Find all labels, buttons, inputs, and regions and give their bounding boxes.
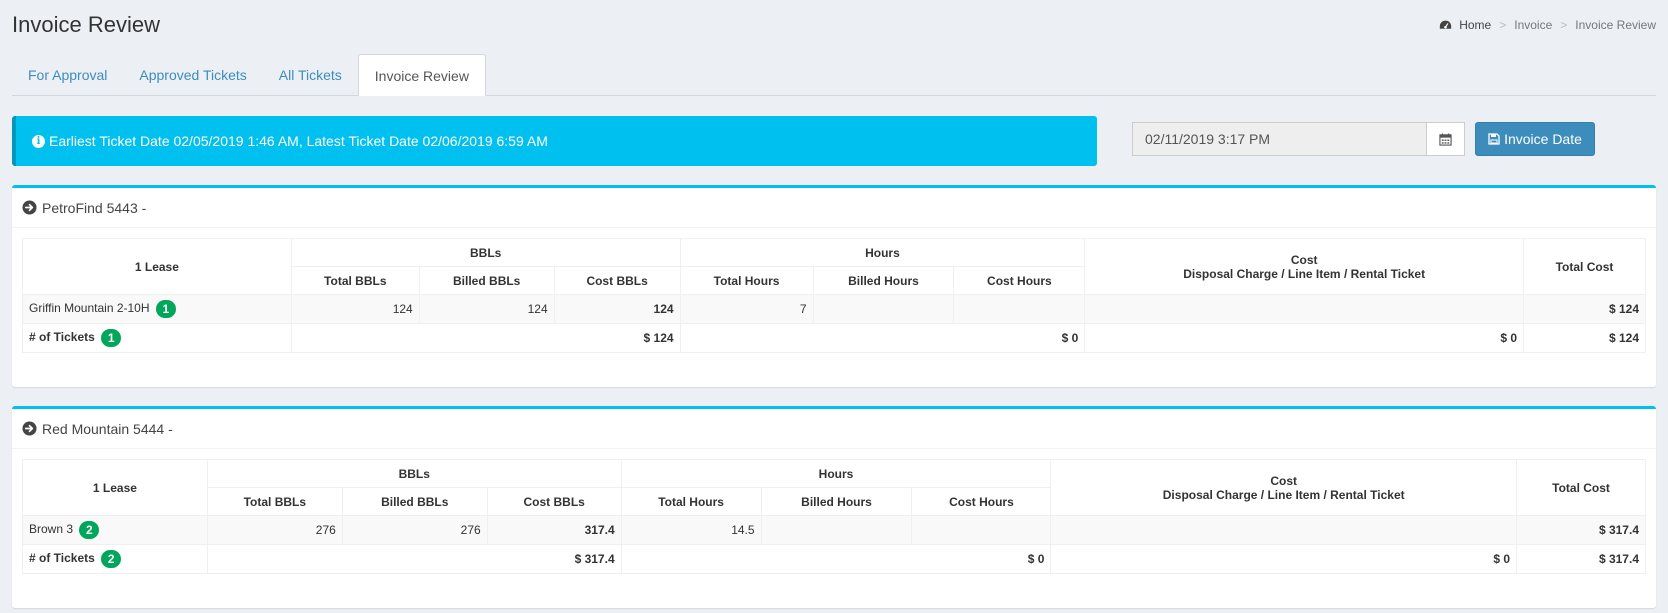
bbls-total-cell: $ 317.4 xyxy=(206,544,622,574)
totals-row: # of Tickets 1 $ 124 $ 0 $ 0 $ 124 xyxy=(22,323,1646,353)
table-row: Griffin Mountain 2-10H 1 124 124 124 7 $… xyxy=(22,294,1646,324)
invoice-date-button-label: Invoice Date xyxy=(1504,131,1582,147)
total-hours-cell: 14.5 xyxy=(620,515,762,545)
breadcrumb-separator: > xyxy=(1499,18,1507,32)
total-cost-header: Total Cost xyxy=(1516,459,1646,516)
tab-for-approval[interactable]: For Approval xyxy=(12,54,123,96)
hours-header: Hours xyxy=(679,238,1086,267)
cost-bbls-header: Cost BBLs xyxy=(553,266,681,295)
invoice-table: 1 Lease BBLs Hours Cost Disposal Charge /… xyxy=(22,238,1646,353)
lease-name-cell[interactable]: Brown 3 2 xyxy=(22,515,208,545)
hours-header: Hours xyxy=(620,459,1052,488)
total-cost-header: Total Cost xyxy=(1523,238,1646,295)
total-hours-header: Total Hours xyxy=(620,487,762,516)
page-header: Invoice Review xyxy=(12,12,160,42)
billed-bbls-header: Billed BBLs xyxy=(418,266,555,295)
breadcrumb: Home > Invoice > Invoice Review xyxy=(1439,18,1656,32)
ticket-count-badge: 1 xyxy=(155,300,176,318)
breadcrumb-invoice-link[interactable]: Invoice xyxy=(1514,18,1552,32)
customer-panel-red-mountain: Red Mountain 5444 - 1 Lease BBLs Hours C… xyxy=(12,406,1656,608)
calendar-icon xyxy=(1439,132,1452,146)
dashboard-icon xyxy=(1440,20,1452,29)
breadcrumb-current: Invoice Review xyxy=(1575,18,1656,32)
invoice-date-button[interactable]: Invoice Date xyxy=(1475,122,1595,156)
billed-bbls-header: Billed BBLs xyxy=(341,487,488,516)
bbls-total-cell: $ 124 xyxy=(290,323,681,353)
calendar-button[interactable] xyxy=(1427,122,1465,156)
tickets-label-cell: # of Tickets 1 xyxy=(22,323,292,353)
cost-header: Cost Disposal Charge / Line Item / Rental… xyxy=(1050,459,1518,516)
panel-title: PetroFind 5443 - xyxy=(42,199,147,216)
total-hours-header: Total Hours xyxy=(679,266,814,295)
ticket-count-badge: 2 xyxy=(79,521,100,539)
tab-invoice-review[interactable]: Invoice Review xyxy=(357,54,486,96)
billed-hours-cell xyxy=(812,294,955,324)
totals-row: # of Tickets 2 $ 317.4 $ 0 $ 0 $ 317.4 xyxy=(22,544,1646,574)
lease-name-cell[interactable]: Griffin Mountain 2-10H 1 xyxy=(22,294,292,324)
cost-total-cell: $ 0 xyxy=(1050,544,1518,574)
hours-total-cell: $ 0 xyxy=(620,544,1052,574)
page-title: Invoice Review xyxy=(12,12,160,37)
customer-panel-petrofind: PetroFind 5443 - 1 Lease BBLs Hours Cost… xyxy=(12,185,1656,387)
grand-total-cell: $ 317.4 xyxy=(1516,544,1646,574)
cost-total-cell: $ 0 xyxy=(1084,323,1524,353)
total-cost-cell: $ 317.4 xyxy=(1516,515,1646,545)
total-hours-cell: 7 xyxy=(679,294,814,324)
info-icon: i xyxy=(32,134,45,148)
cost-bbls-header: Cost BBLs xyxy=(486,487,622,516)
total-bbls-header: Total BBLs xyxy=(206,487,343,516)
alert-text: Earliest Ticket Date 02/05/2019 1:46 AM,… xyxy=(49,133,548,149)
billed-hours-header: Billed Hours xyxy=(760,487,913,516)
grand-total-cell: $ 124 xyxy=(1523,323,1646,353)
breadcrumb-home-link[interactable]: Home xyxy=(1459,18,1491,32)
total-bbls-cell: 276 xyxy=(206,515,343,545)
billed-bbls-cell: 276 xyxy=(341,515,488,545)
ticket-count-badge: 1 xyxy=(101,329,122,347)
billed-hours-header: Billed Hours xyxy=(812,266,955,295)
cost-bbls-cell: 124 xyxy=(553,294,681,324)
cost-cell xyxy=(1084,294,1524,324)
cost-hours-cell xyxy=(911,515,1052,545)
panel-heading: Red Mountain 5444 - xyxy=(12,409,1656,449)
total-bbls-header: Total BBLs xyxy=(290,266,420,295)
cost-cell xyxy=(1050,515,1518,545)
lease-count-header: 1 Lease xyxy=(22,459,208,516)
hours-total-cell: $ 0 xyxy=(679,323,1086,353)
total-bbls-cell: 124 xyxy=(290,294,420,324)
ticket-count-badge: 2 xyxy=(101,550,122,568)
save-icon xyxy=(1488,133,1500,145)
lease-count-header: 1 Lease xyxy=(22,238,292,295)
invoice-date-group xyxy=(1132,122,1465,156)
tab-all-tickets[interactable]: All Tickets xyxy=(263,54,358,96)
cost-bbls-cell: 317.4 xyxy=(486,515,622,545)
arrow-circle-right-icon xyxy=(22,200,37,215)
panel-title: Red Mountain 5444 - xyxy=(42,420,173,437)
total-cost-cell: $ 124 xyxy=(1523,294,1646,324)
bbls-header: BBLs xyxy=(290,238,681,267)
tab-approved-tickets[interactable]: Approved Tickets xyxy=(123,54,262,96)
arrow-circle-right-icon xyxy=(22,421,37,436)
cost-header: Cost Disposal Charge / Line Item / Rental… xyxy=(1084,238,1524,295)
cost-hours-header: Cost Hours xyxy=(911,487,1052,516)
tickets-label-cell: # of Tickets 2 xyxy=(22,544,208,574)
billed-bbls-cell: 124 xyxy=(418,294,555,324)
cost-hours-header: Cost Hours xyxy=(953,266,1086,295)
billed-hours-cell xyxy=(760,515,913,545)
invoice-date-input[interactable] xyxy=(1132,122,1427,156)
tab-bar: For Approval Approved Tickets All Ticket… xyxy=(12,54,1656,96)
cost-hours-cell xyxy=(953,294,1086,324)
panel-heading: PetroFind 5443 - xyxy=(12,188,1656,228)
ticket-date-alert: i Earliest Ticket Date 02/05/2019 1:46 A… xyxy=(12,116,1097,166)
table-row: Brown 3 2 276 276 317.4 14.5 $ 317.4 xyxy=(22,515,1646,545)
invoice-table: 1 Lease BBLs Hours Cost Disposal Charge /… xyxy=(22,459,1646,574)
breadcrumb-separator: > xyxy=(1560,18,1568,32)
bbls-header: BBLs xyxy=(206,459,622,488)
